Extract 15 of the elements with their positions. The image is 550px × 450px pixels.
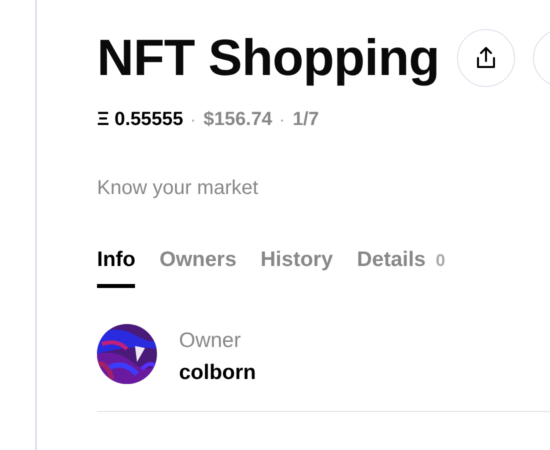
tab[interactable]: History — [260, 248, 333, 288]
edition-count: 1/7 — [292, 109, 319, 131]
eth-price: Ξ 0.55555 — [97, 109, 184, 131]
tab[interactable]: Owners — [159, 248, 237, 288]
separator-dot: · — [191, 112, 196, 128]
owner-label: Owner — [179, 328, 242, 352]
tab[interactable]: Info — [97, 248, 136, 288]
separator-dot: · — [280, 112, 285, 128]
usd-price: $156.74 — [204, 109, 272, 131]
owner-name[interactable]: colborn — [179, 360, 256, 384]
subtitle: Know your market — [97, 177, 260, 200]
tab[interactable]: Details — [356, 248, 426, 288]
page-title: NFT Shopping — [97, 28, 440, 87]
tab-count: 0 — [436, 251, 446, 271]
share-icon — [476, 46, 496, 68]
